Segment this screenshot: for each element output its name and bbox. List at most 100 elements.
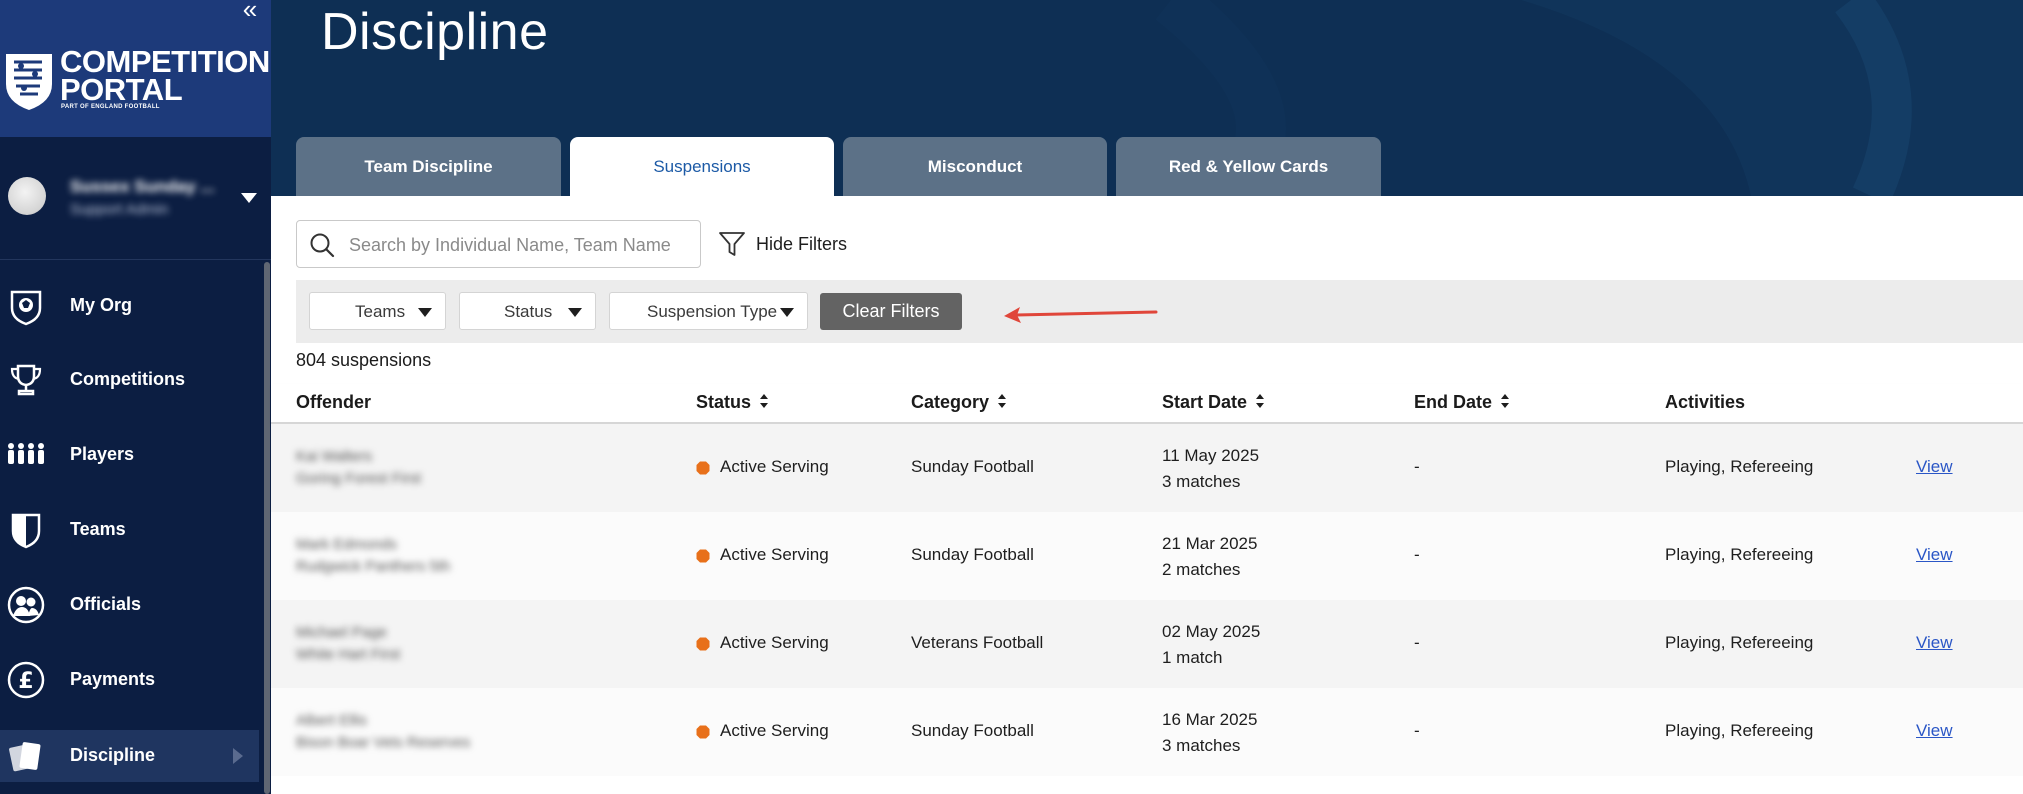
caret-down-icon — [418, 308, 432, 317]
logo-area: « COMPETITION PORTAL PART OF ENGLAND FOO… — [0, 0, 271, 137]
status-active-icon — [696, 549, 710, 563]
team-shield-icon — [11, 513, 41, 549]
column-header-status[interactable]: Status — [696, 392, 769, 413]
column-header-end-date[interactable]: End Date — [1414, 392, 1510, 413]
sidebar-item-my-org[interactable]: My Org — [0, 280, 259, 332]
search-input[interactable] — [349, 233, 681, 257]
column-header-label: Start Date — [1162, 392, 1248, 412]
status-filter-dropdown[interactable]: Status — [459, 292, 596, 330]
svg-text:£: £ — [18, 669, 33, 694]
offender-name: Kai Walters — [296, 448, 373, 465]
column-header-label: Status — [696, 392, 752, 412]
suspension-type-filter-dropdown[interactable]: Suspension Type — [609, 292, 808, 330]
category-text: Sunday Football — [911, 545, 1034, 564]
trophy-icon — [10, 364, 42, 396]
sidebar-item-discipline[interactable]: Discipline — [0, 730, 259, 782]
category-text: Sunday Football — [911, 721, 1034, 740]
activities-text: Playing, Refereeing — [1665, 633, 1814, 652]
view-link[interactable]: View — [1916, 633, 1953, 653]
table-row[interactable]: Mark Edmonds Rudgwick Panthers 5th Activ… — [271, 512, 2023, 600]
hide-filters-label: Hide Filters — [756, 234, 848, 254]
pound-icon: £ — [7, 661, 45, 699]
sidebar-scrollbar[interactable] — [264, 262, 270, 794]
matches-text: 2 matches — [1162, 560, 1241, 579]
sidebar-item-label: My Org — [70, 295, 133, 315]
shield-ball-icon — [10, 290, 42, 326]
column-header-start-date[interactable]: Start Date — [1162, 392, 1265, 413]
activities-text: Playing, Refereeing — [1665, 457, 1814, 476]
category-text: Sunday Football — [911, 457, 1034, 476]
annotation-arrow-icon — [1004, 307, 1158, 323]
sidebar-item-competitions[interactable]: Competitions — [0, 354, 259, 406]
sidebar-item-label: Teams — [70, 519, 126, 539]
activities-text: Playing, Refereeing — [1665, 545, 1814, 564]
view-link[interactable]: View — [1916, 721, 1953, 741]
table-row[interactable]: Kai Walters Goring Forest First Active S… — [271, 424, 2023, 512]
tab-team-discipline[interactable]: Team Discipline — [296, 137, 561, 196]
user-name: Sussex Sunday ... — [70, 177, 215, 196]
offender-team: White Hart First — [296, 646, 401, 663]
end-date-text: - — [1414, 545, 1420, 564]
matches-text: 1 match — [1162, 648, 1223, 667]
sidebar-item-players[interactable]: Players — [0, 429, 259, 481]
players-icon — [8, 443, 44, 464]
sidebar-item-label: Officials — [70, 594, 142, 614]
offender-name: Mark Edmonds — [296, 536, 397, 553]
user-profile[interactable]: Sussex Sunday ... Support Admin — [0, 137, 271, 260]
status-text: Active Serving — [720, 457, 829, 476]
offender-team: Bison Boar Vets Reserves — [296, 734, 471, 751]
activities-text: Playing, Refereeing — [1665, 721, 1814, 740]
offender-team: Rudgwick Panthers 5th — [296, 558, 451, 575]
column-header-label: End Date — [1414, 392, 1493, 412]
tab-red-yellow-cards[interactable]: Red & Yellow Cards — [1116, 137, 1381, 196]
sidebar-item-payments[interactable]: £ Payments — [0, 654, 259, 706]
tab-suspensions[interactable]: Suspensions — [570, 137, 834, 196]
table-row[interactable]: Michael Page White Hart First Active Ser… — [271, 600, 2023, 688]
cards-icon — [9, 742, 41, 772]
sidebar-item-teams[interactable]: Teams — [0, 504, 259, 556]
page-header: Discipline Team Discipline Suspensions M… — [271, 0, 2023, 196]
logo-subline: PART OF ENGLAND FOOTBALL — [61, 104, 160, 110]
collapse-sidebar-button[interactable]: « — [236, 0, 264, 22]
results-count: 804 suspensions — [296, 350, 432, 370]
table-header: Offender Status Category Start Date End … — [271, 384, 2023, 424]
page-title: Discipline — [321, 3, 549, 61]
view-link[interactable]: View — [1916, 545, 1953, 565]
status-active-icon — [696, 637, 710, 651]
status-text: Active Serving — [720, 633, 829, 652]
sort-icon — [1501, 394, 1510, 408]
status-active-icon — [696, 725, 710, 739]
sidebar-item-label: Payments — [70, 669, 156, 689]
column-header-category[interactable]: Category — [911, 392, 1007, 413]
column-header-activities: Activities — [1665, 392, 1746, 412]
matches-text: 3 matches — [1162, 472, 1241, 491]
search-icon — [310, 233, 335, 258]
status-filter-label: Status — [504, 302, 553, 321]
user-dropdown-caret-icon[interactable] — [240, 192, 258, 204]
end-date-text: - — [1414, 633, 1420, 652]
logo-text-line2: PORTAL — [60, 72, 183, 107]
tab-misconduct[interactable]: Misconduct — [843, 137, 1107, 196]
search-box — [296, 220, 701, 268]
start-date-text: 11 May 2025 — [1162, 446, 1260, 465]
three-lions-crest-icon — [6, 54, 52, 110]
offender-name: Albert Ellis — [296, 712, 367, 729]
clear-filters-button[interactable]: Clear Filters — [820, 293, 962, 330]
sidebar-item-officials[interactable]: Officials — [0, 579, 259, 631]
category-text: Veterans Football — [911, 633, 1044, 652]
sidebar: « COMPETITION PORTAL PART OF ENGLAND FOO… — [0, 0, 271, 794]
start-date-text: 21 Mar 2025 — [1162, 534, 1258, 553]
officials-icon — [7, 586, 45, 624]
filter-icon — [719, 232, 745, 256]
end-date-text: - — [1414, 721, 1420, 740]
table-row[interactable]: Albert Ellis Bison Boar Vets Reserves Ac… — [271, 688, 2023, 776]
start-date-text: 02 May 2025 — [1162, 622, 1261, 641]
sidebar-item-label: Competitions — [70, 369, 185, 389]
status-text: Active Serving — [720, 721, 829, 740]
view-link[interactable]: View — [1916, 457, 1953, 477]
teams-filter-dropdown[interactable]: Teams — [309, 292, 446, 330]
sort-icon — [760, 394, 769, 408]
status-text: Active Serving — [720, 545, 829, 564]
column-header-offender: Offender — [296, 392, 372, 412]
sort-icon — [1256, 394, 1265, 408]
